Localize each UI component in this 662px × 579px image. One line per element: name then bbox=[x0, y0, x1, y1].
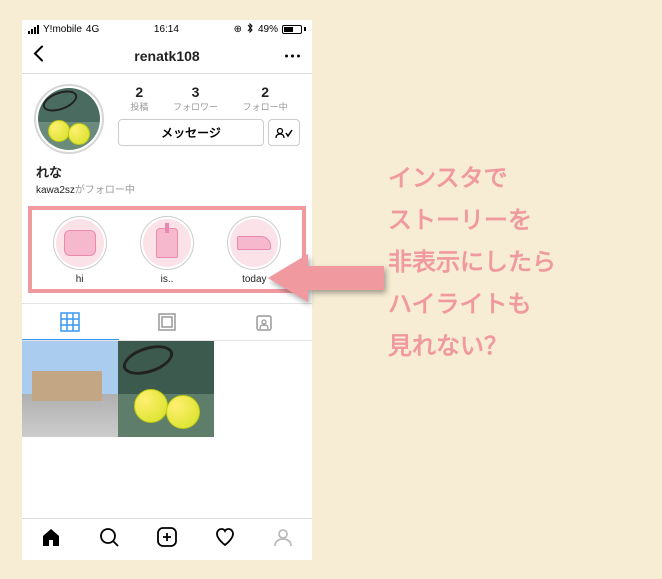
bottom-tab-bar bbox=[22, 518, 312, 560]
display-name: れな bbox=[36, 162, 298, 181]
bluetooth-icon bbox=[246, 23, 254, 36]
stat-label: 投稿 bbox=[130, 100, 148, 113]
clock: 16:14 bbox=[154, 24, 179, 35]
profile-tabs bbox=[22, 303, 312, 341]
profile-header: 2 投稿 3 フォロワー 2 フォロー中 メッセージ bbox=[22, 74, 312, 158]
stat-num: 2 bbox=[243, 84, 288, 100]
followed-by-user[interactable]: kawa2sz bbox=[36, 185, 75, 196]
tab-grid[interactable] bbox=[22, 304, 119, 340]
battery-icon bbox=[282, 25, 306, 34]
caption-line: インスタで bbox=[388, 158, 648, 200]
stats-row: 2 投稿 3 フォロワー 2 フォロー中 bbox=[118, 84, 300, 113]
stat-followers[interactable]: 3 フォロワー bbox=[173, 84, 218, 113]
battery-pct: 49% bbox=[258, 24, 278, 35]
nav-bar: renatk108 bbox=[22, 38, 312, 74]
avatar[interactable] bbox=[34, 84, 104, 154]
highlight-thumb-icon bbox=[64, 230, 96, 256]
alarm-icon: ⊕ bbox=[234, 24, 242, 35]
post-thumbnail[interactable] bbox=[22, 341, 118, 437]
tab-feed[interactable] bbox=[119, 304, 216, 340]
stat-num: 2 bbox=[130, 84, 148, 100]
highlights-row: hi is.. today bbox=[36, 216, 298, 285]
profile-tab[interactable] bbox=[272, 526, 294, 553]
signal-icon bbox=[28, 25, 39, 34]
search-tab[interactable] bbox=[98, 526, 120, 553]
new-post-tab[interactable] bbox=[156, 526, 178, 553]
more-button[interactable] bbox=[285, 54, 300, 57]
tab-tagged[interactable] bbox=[215, 304, 312, 340]
highlight-thumb-icon bbox=[237, 236, 271, 250]
stat-following[interactable]: 2 フォロー中 bbox=[243, 84, 288, 113]
caption-line: 非表示にしたら bbox=[388, 242, 648, 284]
caption-text: インスタで ストーリーを 非表示にしたら ハイライトも 見れない？ bbox=[388, 158, 648, 368]
activity-tab[interactable] bbox=[214, 526, 236, 553]
caption-line: ハイライトも bbox=[388, 284, 648, 326]
follow-status-button[interactable] bbox=[268, 119, 300, 146]
highlight-label: hi bbox=[53, 274, 107, 285]
stat-num: 3 bbox=[173, 84, 218, 100]
status-bar: Y!mobile 4G 16:14 ⊕ 49% bbox=[22, 20, 312, 38]
page-title: renatk108 bbox=[134, 48, 199, 64]
post-thumbnail[interactable] bbox=[118, 341, 214, 437]
bio-block: れな kawa2szがフォロー中 bbox=[22, 158, 312, 204]
home-tab[interactable] bbox=[40, 526, 62, 553]
highlights-callout-box: hi is.. today bbox=[28, 206, 306, 293]
followed-by: kawa2szがフォロー中 bbox=[36, 181, 298, 196]
highlight-thumb-icon bbox=[156, 228, 178, 258]
message-button[interactable]: メッセージ bbox=[118, 119, 264, 146]
callout-arrow-icon bbox=[268, 248, 388, 308]
carrier-label: Y!mobile bbox=[43, 24, 82, 35]
caption-line: 見れない？ bbox=[388, 326, 648, 368]
highlight-item[interactable]: hi bbox=[53, 216, 107, 285]
network-label: 4G bbox=[86, 24, 99, 35]
stat-posts[interactable]: 2 投稿 bbox=[130, 84, 148, 113]
stat-label: フォロワー bbox=[173, 100, 218, 113]
caption-line: ストーリーを bbox=[388, 200, 648, 242]
post-grid bbox=[22, 341, 312, 437]
stat-label: フォロー中 bbox=[243, 100, 288, 113]
highlight-item[interactable]: is.. bbox=[140, 216, 194, 285]
back-button[interactable] bbox=[32, 44, 44, 67]
highlight-label: is.. bbox=[140, 274, 194, 285]
followed-by-suffix: がフォロー中 bbox=[75, 185, 135, 196]
